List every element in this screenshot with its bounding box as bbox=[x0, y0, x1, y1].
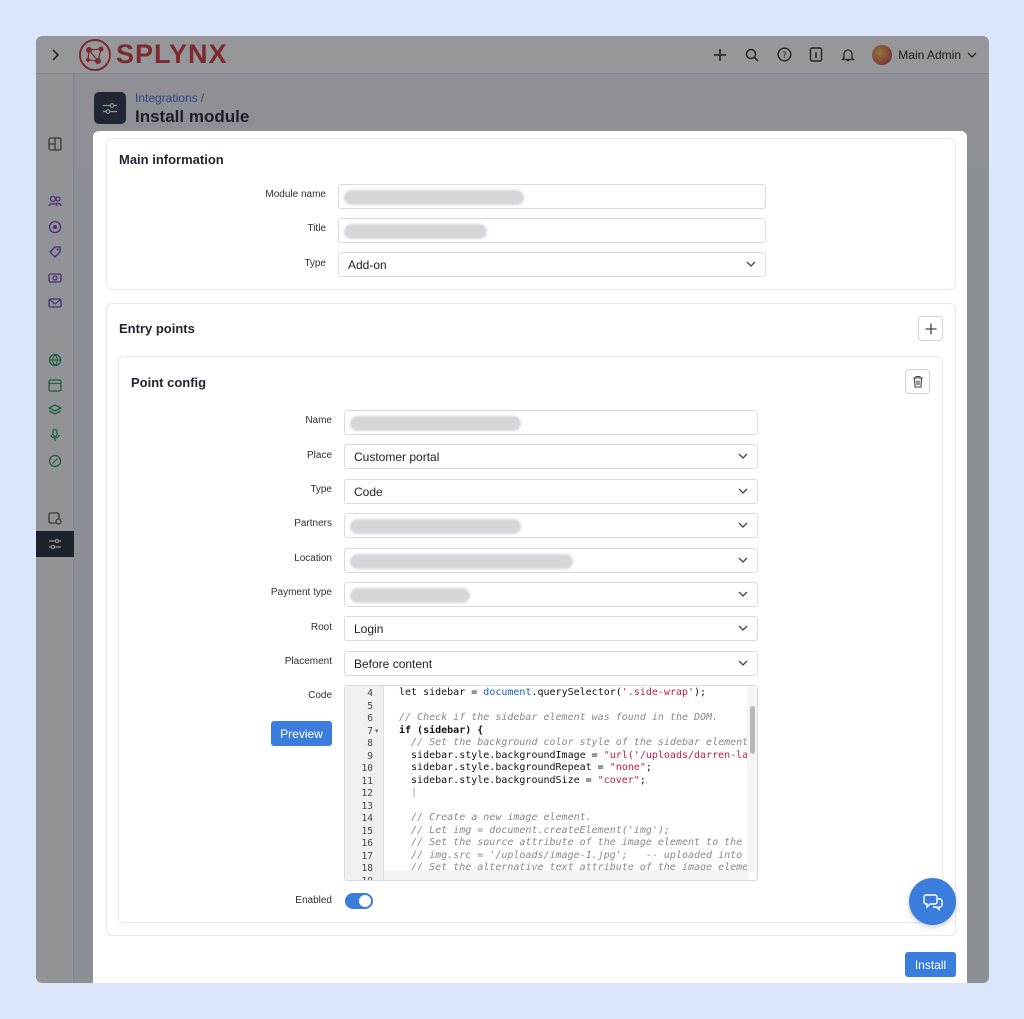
install-button[interactable]: Install bbox=[905, 952, 956, 977]
module-type-label: Type bbox=[304, 258, 326, 269]
chevron-down-icon bbox=[746, 261, 756, 267]
chevron-down-icon bbox=[738, 557, 748, 563]
code-line: // img.src = '/uploads/image-1.jpg'; -- … bbox=[399, 849, 743, 861]
code-label: Code bbox=[308, 690, 332, 701]
line-number: 5 bbox=[367, 700, 373, 712]
chevron-down-icon bbox=[738, 660, 748, 666]
code-editor[interactable]: 4 5 6 7 ▾ 8 9 10 11 12 13 14 15 16 17 18… bbox=[344, 685, 758, 881]
line-number: 16 bbox=[361, 838, 373, 849]
chat-support-button[interactable] bbox=[909, 878, 956, 925]
line-number: 8 bbox=[367, 738, 373, 749]
module-type-value: Add-on bbox=[348, 257, 387, 272]
point-name-input[interactable] bbox=[344, 410, 758, 435]
code-horizontal-scrollbar[interactable] bbox=[384, 870, 749, 880]
code-line: // Create a new image element. bbox=[399, 812, 592, 823]
point-type-value: Code bbox=[354, 484, 383, 499]
code-vertical-scrollbar[interactable] bbox=[747, 686, 757, 872]
chevron-down-icon bbox=[738, 453, 748, 459]
line-number: 4 bbox=[367, 688, 373, 699]
delete-point-button[interactable] bbox=[905, 369, 930, 394]
code-line: let sidebar = document.querySelector('.s… bbox=[399, 687, 707, 698]
module-type-select[interactable]: Add-on bbox=[338, 252, 766, 277]
placement-label: Placement bbox=[284, 656, 332, 667]
point-type-label: Type bbox=[310, 484, 332, 495]
scrollbar-thumb[interactable] bbox=[750, 706, 755, 754]
line-number: 15 bbox=[361, 825, 373, 837]
line-number: 9 bbox=[367, 750, 373, 762]
root-select[interactable]: Login bbox=[344, 616, 758, 641]
partners-label: Partners bbox=[294, 518, 332, 529]
code-content[interactable]: let sidebar = document.querySelector('.s… bbox=[399, 686, 749, 872]
code-line: sidebar.style.backgroundImage = "url('/u… bbox=[399, 749, 749, 761]
chat-bubbles-icon bbox=[922, 893, 943, 911]
code-line: // Check if the sidebar element was foun… bbox=[399, 712, 719, 723]
code-line: sidebar.style.backgroundSize = "cover"; bbox=[399, 774, 646, 786]
trash-icon bbox=[912, 375, 923, 388]
point-type-select[interactable]: Code bbox=[344, 479, 758, 504]
module-name-input[interactable] bbox=[338, 184, 766, 209]
code-line: // Set the source attribute of the image… bbox=[399, 837, 743, 848]
title-input[interactable] bbox=[338, 218, 766, 243]
location-label: Location bbox=[294, 553, 332, 564]
line-number: 6 bbox=[367, 713, 373, 724]
chevron-down-icon bbox=[738, 522, 748, 528]
plus-icon bbox=[925, 323, 936, 334]
location-select[interactable] bbox=[344, 548, 758, 573]
redacted-value bbox=[350, 554, 573, 569]
place-label: Place bbox=[306, 450, 332, 461]
placement-select[interactable]: Before content bbox=[344, 651, 758, 676]
code-gutter: 4 5 6 7 ▾ 8 9 10 11 12 13 14 15 16 17 18… bbox=[345, 686, 384, 881]
partners-select[interactable] bbox=[344, 513, 758, 538]
redacted-value bbox=[344, 224, 487, 239]
payment-type-select[interactable] bbox=[344, 582, 758, 607]
line-number: 13 bbox=[361, 800, 373, 812]
title-label: Title bbox=[307, 223, 326, 234]
enabled-toggle[interactable] bbox=[345, 893, 373, 909]
payment-type-label: Payment type bbox=[270, 587, 332, 598]
toggle-knob bbox=[359, 895, 371, 907]
code-line: sidebar.style.backgroundRepeat = "none"; bbox=[399, 762, 652, 773]
point-config-title: Point config bbox=[131, 375, 207, 390]
root-label: Root bbox=[310, 622, 332, 633]
redacted-value bbox=[344, 190, 524, 205]
line-number: 17 bbox=[361, 850, 373, 862]
chevron-down-icon bbox=[738, 591, 748, 597]
line-number: 18 bbox=[361, 863, 373, 874]
line-number: 12 bbox=[361, 788, 373, 799]
root-value: Login bbox=[354, 621, 384, 636]
fold-arrow-icon[interactable]: ▾ bbox=[375, 727, 379, 735]
line-number: 14 bbox=[361, 813, 373, 824]
enabled-label: Enabled bbox=[295, 895, 332, 906]
code-line: // Set the background color style of the… bbox=[399, 737, 749, 748]
placement-value: Before content bbox=[354, 656, 433, 671]
redacted-value bbox=[350, 588, 470, 603]
redacted-value bbox=[350, 416, 521, 431]
entry-points-title: Entry points bbox=[119, 321, 195, 336]
add-entry-point-button[interactable] bbox=[918, 316, 943, 341]
preview-button[interactable]: Preview bbox=[271, 721, 332, 746]
chevron-down-icon bbox=[738, 625, 748, 631]
line-number: 10 bbox=[361, 763, 373, 774]
place-value: Customer portal bbox=[354, 449, 440, 464]
code-line: // Let img = document.createElement('img… bbox=[399, 824, 670, 836]
chevron-down-icon bbox=[738, 488, 748, 494]
code-cursor: | bbox=[399, 787, 418, 798]
line-number: 19 bbox=[361, 875, 373, 881]
main-information-title: Main information bbox=[119, 152, 224, 167]
redacted-value bbox=[350, 519, 521, 534]
place-select[interactable]: Customer portal bbox=[344, 444, 758, 469]
point-name-label: Name bbox=[305, 415, 332, 426]
module-name-label: Module name bbox=[265, 189, 326, 200]
code-line: if (sidebar) { bbox=[399, 724, 484, 736]
line-number: 7 bbox=[367, 725, 373, 737]
line-number: 11 bbox=[361, 775, 373, 787]
